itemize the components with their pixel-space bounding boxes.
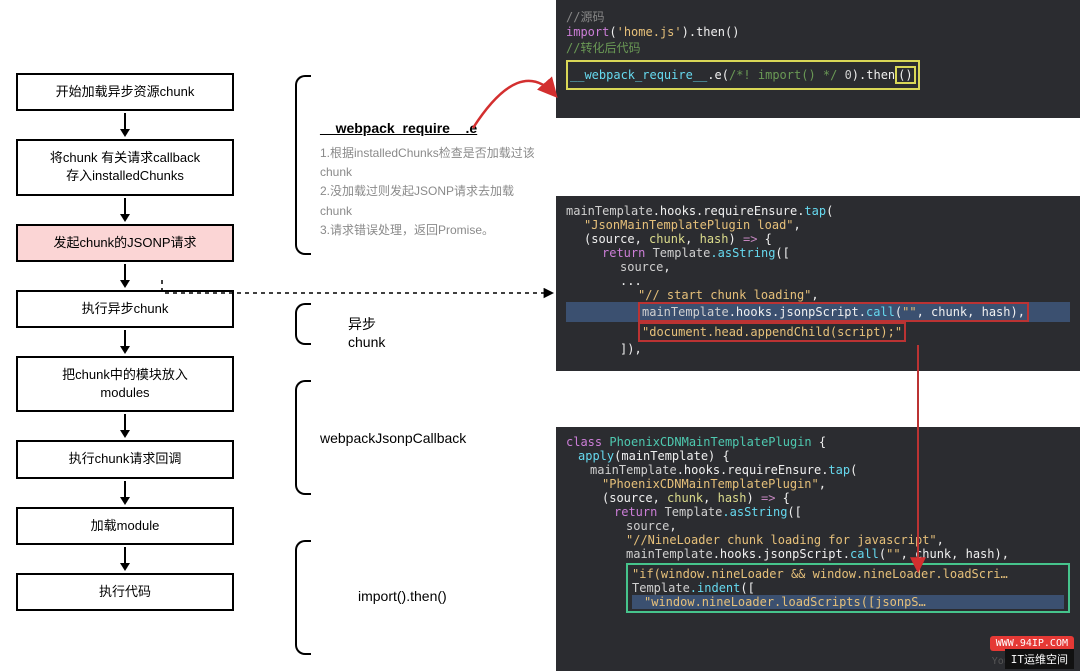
brace3-title: webpackJsonpCallback — [320, 430, 466, 446]
brace1-desc1: 1.根据installedChunks检查是否加载过该chunk — [320, 144, 540, 182]
flow-step-3: 执行异步chunk — [16, 290, 234, 328]
flow-arrow — [10, 111, 240, 139]
flow-step-7: 执行代码 — [16, 573, 234, 611]
flow-step-4: 把chunk中的模块放入 modules — [16, 356, 234, 412]
flow-step-6: 加载module — [16, 507, 234, 545]
flow-arrow — [10, 479, 240, 507]
brace1-desc2: 2.没加载过则发起JSONP请求去加载chunk — [320, 182, 540, 220]
brace1-desc3: 3.请求错误处理，返回Promise。 — [320, 221, 540, 240]
flow-step-2: 发起chunk的JSONP请求 — [16, 224, 234, 262]
brace1-title: __webpack_require__.e — [320, 120, 540, 136]
brace2-title: 异步 chunk — [348, 314, 385, 350]
flow-step-0: 开始加载异步资源chunk — [16, 73, 234, 111]
brace4-title: import().then() — [358, 588, 447, 604]
flow-arrow — [10, 545, 240, 573]
flow-arrow — [10, 196, 240, 224]
flow-step-5: 执行chunk请求回调 — [16, 440, 234, 478]
watermark-badge-dark: IT运维空间 — [1005, 649, 1074, 669]
flow-arrow — [10, 328, 240, 356]
code-snippet-1: //源码 import('home.js').then() //转化后代码 __… — [556, 0, 1080, 118]
flow-arrow — [10, 412, 240, 440]
flow-arrow — [10, 262, 240, 290]
flow-step-1: 将chunk 有关请求callback 存入installedChunks — [16, 139, 234, 195]
code-snippet-2: mainTemplate.hooks.requireEnsure.tap( "J… — [556, 196, 1080, 371]
flowchart: 开始加载异步资源chunk 将chunk 有关请求callback 存入inst… — [10, 73, 240, 611]
code-snippet-3: class PhoenixCDNMainTemplatePlugin { app… — [556, 427, 1080, 671]
